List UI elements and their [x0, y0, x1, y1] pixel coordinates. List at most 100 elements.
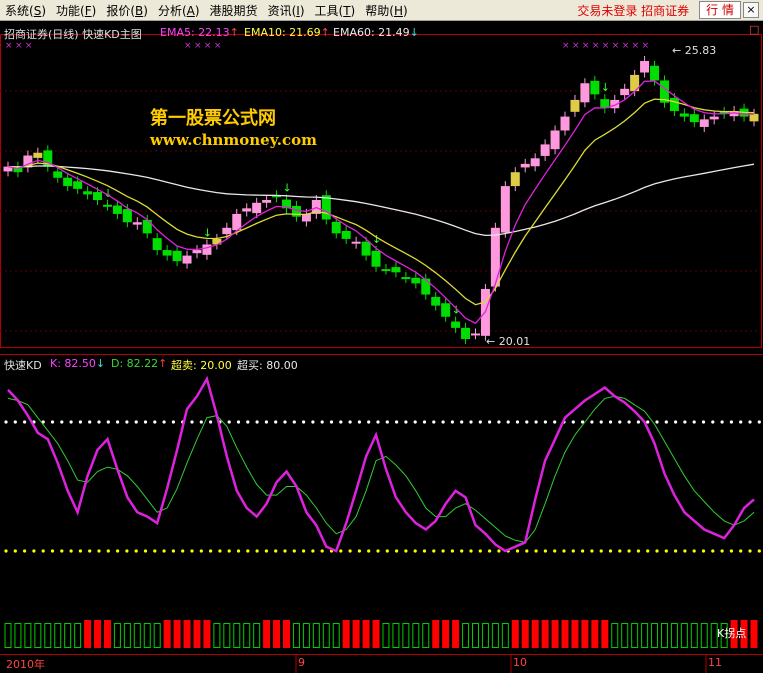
oversold-dot — [367, 549, 371, 553]
oversold-dot — [181, 549, 185, 553]
oversold-dot — [608, 549, 613, 553]
quote-button[interactable]: 行 情 — [699, 1, 741, 19]
overbought-mark: × — [204, 41, 212, 51]
oversold-dot — [78, 549, 82, 553]
candle-body — [640, 61, 650, 73]
oversold-dot — [246, 549, 250, 553]
signal-bar-red — [273, 620, 281, 648]
overbought-dot — [460, 420, 464, 424]
oversold-dot — [488, 549, 492, 553]
close-icon[interactable]: × — [743, 2, 759, 18]
signal-bar-red — [193, 620, 201, 648]
oversold-dot — [581, 549, 585, 553]
candle-body — [361, 241, 371, 256]
signal-bar-red — [581, 620, 589, 648]
sub-title: 快速KD — [4, 359, 42, 372]
menu-tools[interactable]: 工具(T) — [310, 2, 361, 19]
oversold-dot — [711, 549, 715, 553]
overbought-mark: × — [582, 41, 590, 51]
overbought-dot — [450, 420, 454, 424]
overbought-mark: × — [592, 41, 600, 51]
oversold-dot — [357, 549, 361, 553]
menu-help[interactable]: 帮助(H) — [360, 2, 412, 19]
candle-body — [570, 99, 580, 112]
oversold-dot — [162, 549, 166, 553]
menu-system[interactable]: 系统(S) — [0, 2, 51, 19]
overbought-mark: × — [612, 41, 620, 51]
candle-body — [540, 144, 550, 156]
candle-body — [391, 267, 401, 273]
overbought-dot — [404, 420, 408, 424]
candle-body — [381, 269, 391, 272]
candle-body — [53, 171, 63, 178]
candle-body — [679, 113, 689, 117]
menu-hk-futures[interactable]: 港股期货 — [205, 2, 263, 19]
menu-function[interactable]: 功能(F) — [51, 2, 101, 19]
login-status[interactable]: 交易未登录 招商证券 — [573, 2, 693, 19]
axis-label-nov: 11 — [708, 656, 722, 669]
candle-body — [411, 277, 421, 284]
chart-title: 招商证券(日线) 快速KD主图 — [4, 28, 142, 41]
overbought-dot — [357, 420, 361, 424]
candle-body — [142, 219, 152, 234]
overbought-dot — [739, 420, 743, 424]
overbought-dot — [636, 420, 641, 424]
overbought-dot — [748, 420, 752, 424]
oversold-dot — [60, 549, 64, 553]
oversold-dot — [404, 549, 408, 553]
overbought-dot — [608, 420, 613, 424]
oversold-dot — [553, 549, 557, 553]
candle-body — [33, 152, 43, 158]
menu-info[interactable]: 资讯(I) — [263, 2, 310, 19]
oversold-dot — [4, 549, 8, 553]
oversold-dot — [171, 549, 175, 553]
overbought-dot — [88, 420, 92, 424]
overbought-dot — [255, 420, 259, 424]
candle-body — [102, 204, 112, 207]
oversold-dot — [69, 549, 73, 553]
oversold-dot — [134, 549, 138, 553]
overbought-dot — [264, 420, 268, 424]
oversold-dot — [599, 549, 603, 553]
k-turn-arrow-icon: ↓ — [601, 81, 610, 94]
oversold-dot — [190, 549, 194, 553]
candle-body — [520, 163, 530, 168]
kline-chart[interactable]: × × ×↓× × ×↓×↓↓↓× × × × ×↓× × × × — [0, 21, 763, 673]
candle-body — [580, 83, 590, 103]
overbought-dot — [646, 420, 650, 424]
candle-body — [620, 88, 630, 96]
panel-toggle-icon[interactable]: □ — [749, 23, 759, 36]
overbought-dot — [367, 420, 371, 424]
axis-label-2010: 2010年 — [6, 658, 45, 671]
overbought-dot — [655, 420, 659, 424]
candle-body — [461, 327, 471, 339]
low-price-label: ← 20.01 — [486, 335, 531, 348]
overbought-mark: × — [632, 41, 640, 51]
oversold-dot — [339, 549, 343, 553]
oversold-dot — [729, 549, 734, 553]
oversold-dot — [748, 549, 752, 553]
menu-quote[interactable]: 报价(B) — [101, 2, 153, 19]
oversold-dot — [320, 549, 324, 553]
overbought-dot — [283, 420, 287, 424]
overbought-dot — [441, 420, 445, 424]
watermark-title: 第一股票公式网 — [150, 108, 276, 129]
signal-bar-red — [561, 620, 569, 648]
overbought-dot — [274, 420, 278, 424]
menu-analysis[interactable]: 分析(A) — [153, 2, 205, 19]
overbought-dot — [13, 420, 17, 424]
candle-body — [291, 205, 301, 217]
overbought-dot — [590, 420, 594, 424]
overbought-dot — [692, 420, 696, 424]
oversold-dot — [41, 549, 45, 553]
overbought-dot — [246, 420, 250, 424]
signal-bar-red — [531, 620, 539, 648]
candle-body — [162, 250, 172, 256]
candle-body — [93, 192, 103, 200]
oversold-dot — [385, 549, 389, 553]
candle-body — [490, 227, 500, 287]
overbought-dot — [190, 420, 194, 424]
menu-bar: 系统(S) 功能(F) 报价(B) 分析(A) 港股期货 资讯(I) 工具(T)… — [0, 0, 763, 21]
oversold-dot — [460, 549, 464, 553]
d-readout: D: 82.22↑ — [111, 357, 168, 370]
